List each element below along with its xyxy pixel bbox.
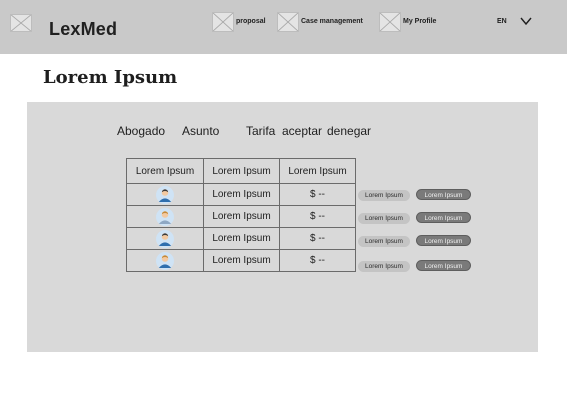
accept-button[interactable]: Lorem Ipsum xyxy=(358,213,410,224)
name-cell: Lorem Ipsum xyxy=(203,227,280,250)
logo-image-placeholder-icon xyxy=(10,14,32,32)
language-selector[interactable]: EN xyxy=(497,18,507,25)
name-cell: Lorem Ipsum xyxy=(203,183,280,206)
chevron-down-icon[interactable] xyxy=(520,16,532,26)
deny-button[interactable]: Lorem Ipsum xyxy=(416,212,471,223)
avatar-cell xyxy=(126,227,204,250)
table-row[interactable]: Lorem Ipsum $ -- xyxy=(126,227,356,250)
filter-aceptar[interactable]: aceptar xyxy=(282,124,322,138)
filter-tarifa[interactable]: Tarifa xyxy=(246,124,275,138)
name-cell: Lorem Ipsum xyxy=(203,205,280,228)
table-row[interactable]: Lorem Ipsum $ -- xyxy=(126,183,356,206)
table-row[interactable]: Lorem Ipsum $ -- xyxy=(126,249,356,272)
table-header-cell: Lorem Ipsum xyxy=(203,158,280,184)
lawyer-table: Lorem Ipsum Lorem Ipsum Lorem Ipsum Lore… xyxy=(126,158,356,272)
fee-cell: $ -- xyxy=(279,249,356,272)
filter-denegar[interactable]: denegar xyxy=(327,124,371,138)
filter-abogado[interactable]: Abogado xyxy=(117,124,165,138)
fee-cell: $ -- xyxy=(279,183,356,206)
table-row[interactable]: Lorem Ipsum $ -- xyxy=(126,205,356,228)
deny-button[interactable]: Lorem Ipsum xyxy=(416,189,471,200)
top-navigation-bar: LexMed proposal Case management My Profi… xyxy=(0,0,567,54)
accept-button[interactable]: Lorem Ipsum xyxy=(358,190,410,201)
nav-item-case-management[interactable]: Case management xyxy=(277,12,372,32)
brand-name[interactable]: LexMed xyxy=(49,19,117,40)
page-title: Lorem Ipsum xyxy=(43,67,178,88)
user-avatar-icon xyxy=(156,207,174,226)
avatar-cell xyxy=(126,249,204,272)
image-placeholder-icon xyxy=(277,12,299,32)
avatar-cell xyxy=(126,205,204,228)
user-avatar-icon xyxy=(156,229,174,248)
accept-button[interactable]: Lorem Ipsum xyxy=(358,261,410,272)
user-avatar-icon xyxy=(156,185,174,204)
name-cell: Lorem Ipsum xyxy=(203,249,280,272)
table-header-cell: Lorem Ipsum xyxy=(279,158,356,184)
fee-cell: $ -- xyxy=(279,227,356,250)
filter-asunto[interactable]: Asunto xyxy=(182,124,219,138)
nav-label: Case management xyxy=(301,18,363,25)
accept-button[interactable]: Lorem Ipsum xyxy=(358,236,410,247)
image-placeholder-icon xyxy=(212,12,234,32)
nav-item-proposal[interactable]: proposal xyxy=(212,12,272,32)
user-avatar-icon xyxy=(156,251,174,270)
nav-label: My Profile xyxy=(403,18,437,25)
avatar-cell xyxy=(126,183,204,206)
fee-cell: $ -- xyxy=(279,205,356,228)
table-header-cell: Lorem Ipsum xyxy=(126,158,204,184)
table-header-row: Lorem Ipsum Lorem Ipsum Lorem Ipsum xyxy=(126,158,356,184)
deny-button[interactable]: Lorem Ipsum xyxy=(416,260,471,271)
nav-label: proposal xyxy=(236,18,266,25)
image-placeholder-icon xyxy=(379,12,401,32)
deny-button[interactable]: Lorem Ipsum xyxy=(416,235,471,246)
nav-item-my-profile[interactable]: My Profile xyxy=(379,12,444,32)
